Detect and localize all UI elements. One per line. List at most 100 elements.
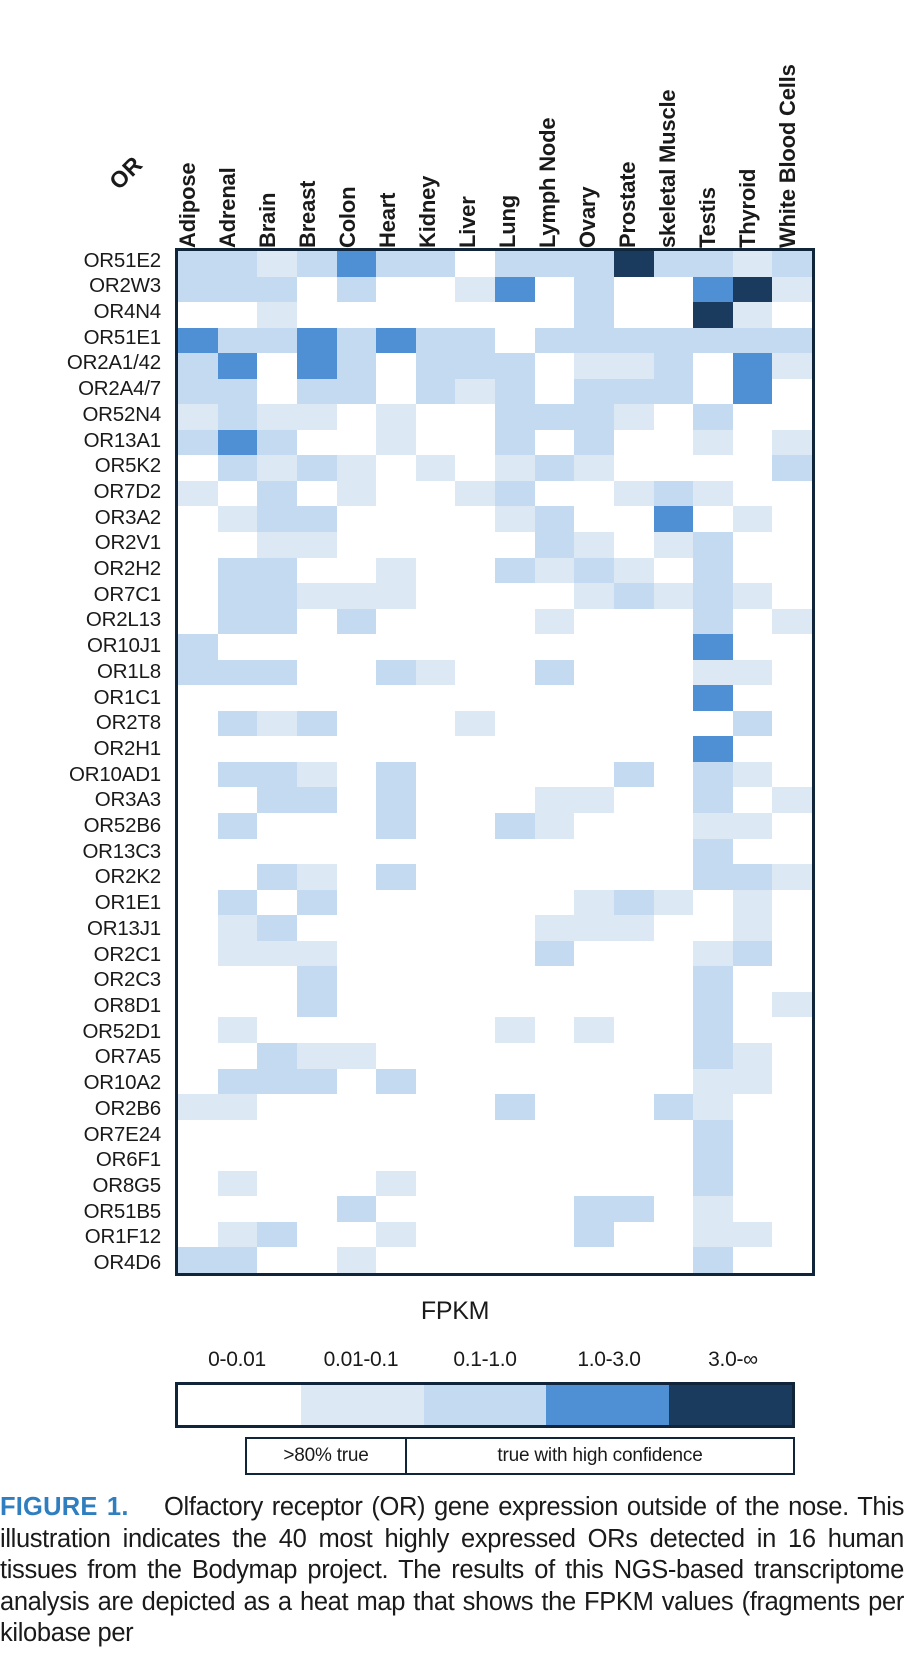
confidence-legend: >80% true true with high confidence — [245, 1437, 795, 1475]
heatmap-cell — [574, 915, 614, 941]
heatmap-cell — [257, 761, 297, 788]
column-header-testis: Testis — [695, 187, 720, 248]
row-label-or1f12: OR1F12 — [84, 1225, 161, 1249]
colorbar-title: FPKM — [420, 1297, 490, 1325]
heatmap-cell — [732, 1247, 773, 1273]
heatmap-cell — [534, 353, 575, 379]
heatmap-cell — [534, 404, 575, 430]
heatmap-cell — [376, 276, 416, 303]
heatmap-cell — [257, 1119, 297, 1146]
heatmap-cell — [296, 251, 337, 277]
heatmap-cell — [296, 991, 337, 1018]
colorbar-swatch — [669, 1385, 792, 1425]
heatmap-cell — [693, 736, 733, 762]
heatmap-cell — [613, 889, 654, 916]
heatmap-cell — [495, 583, 535, 609]
heatmap-cell — [455, 1170, 495, 1197]
heatmap-cell — [217, 634, 258, 660]
heatmap-cell — [376, 813, 416, 839]
heatmap-cell — [495, 1017, 535, 1043]
heatmap-cell — [296, 583, 337, 609]
heatmap-cell — [376, 455, 416, 481]
row-label-or10a2: OR10A2 — [83, 1071, 162, 1095]
heatmap-cell — [613, 1068, 654, 1095]
heatmap-cell — [772, 1119, 812, 1146]
heatmap-cell — [257, 787, 297, 814]
heatmap-cell — [217, 557, 258, 584]
heatmap-cell — [376, 761, 416, 788]
heatmap-cell — [376, 583, 416, 609]
heatmap-cell — [613, 353, 654, 379]
row-label-or7d2: OR7D2 — [93, 479, 162, 503]
heatmap-cell — [336, 864, 377, 890]
heatmap-cell — [495, 429, 535, 456]
heatmap-cell — [336, 302, 377, 328]
heatmap-cell — [772, 532, 812, 558]
heatmap-cell — [495, 864, 535, 890]
heatmap-cell — [693, 991, 733, 1018]
heatmap-cell — [455, 864, 495, 890]
heatmap-cell — [534, 685, 575, 711]
heatmap-cell — [178, 685, 218, 711]
heatmap-cell — [653, 480, 694, 507]
column-header-breast: Breast — [295, 180, 320, 248]
row-label-or3a2: OR3A2 — [94, 505, 161, 529]
heatmap-cell — [296, 480, 337, 507]
heatmap-cell — [455, 659, 495, 686]
heatmap-cell — [336, 1119, 377, 1146]
row-label-or5k2: OR5K2 — [94, 454, 161, 478]
heatmap-cell — [415, 532, 456, 558]
heatmap-cell — [455, 378, 495, 405]
heatmap-cell — [296, 353, 337, 379]
row-label-or4n4: OR4N4 — [93, 300, 162, 323]
heatmap-cell — [376, 1221, 416, 1248]
heatmap-cell — [415, 1221, 456, 1248]
heatmap-cell — [178, 1221, 218, 1248]
heatmap-cell — [732, 991, 773, 1018]
heatmap-cell — [296, 302, 337, 328]
heatmap-cell — [495, 353, 535, 379]
heatmap-cell — [178, 532, 218, 558]
heatmap-plot-area — [175, 248, 815, 1276]
column-header-brain: Brain — [255, 192, 280, 248]
heatmap-cell — [732, 915, 773, 941]
heatmap-cell — [495, 557, 535, 584]
heatmap-cell — [693, 251, 733, 277]
heatmap-cell — [613, 659, 654, 686]
heatmap-cell — [178, 787, 218, 814]
heatmap-cell — [613, 1170, 654, 1197]
heatmap-cell — [495, 251, 535, 277]
heatmap-cell — [455, 991, 495, 1018]
heatmap-cell — [415, 864, 456, 890]
heatmap-cell — [217, 1119, 258, 1146]
heatmap-cell — [336, 276, 377, 303]
heatmap-cell — [217, 864, 258, 890]
heatmap-cell — [534, 813, 575, 839]
heatmap-cell — [495, 710, 535, 737]
heatmap-cell — [376, 557, 416, 584]
heatmap-cell — [376, 838, 416, 865]
heatmap-cell — [257, 838, 297, 865]
heatmap-cell — [653, 608, 694, 635]
row-label-or2c3: OR2C3 — [93, 968, 162, 992]
heatmap-cell — [455, 1221, 495, 1248]
row-label-or10ad1: OR10AD1 — [68, 762, 161, 786]
heatmap-cell — [613, 327, 654, 354]
heatmap-cell — [376, 634, 416, 660]
heatmap-cell — [772, 404, 812, 430]
colorbar-swatch — [423, 1385, 547, 1425]
heatmap-cell — [534, 1068, 575, 1095]
heatmap-cell — [257, 429, 297, 456]
heatmap-cell — [415, 1017, 456, 1043]
heatmap-cell — [178, 583, 218, 609]
heatmap-cell — [653, 864, 694, 890]
heatmap-cell — [693, 404, 733, 430]
heatmap-cell — [613, 532, 654, 558]
heatmap-cell — [574, 1145, 614, 1171]
heatmap-cell — [415, 838, 456, 865]
heatmap-cell — [613, 557, 654, 584]
heatmap-cell — [495, 761, 535, 788]
heatmap-cell — [217, 813, 258, 839]
heatmap-cell — [574, 429, 614, 456]
heatmap-cell — [296, 915, 337, 941]
